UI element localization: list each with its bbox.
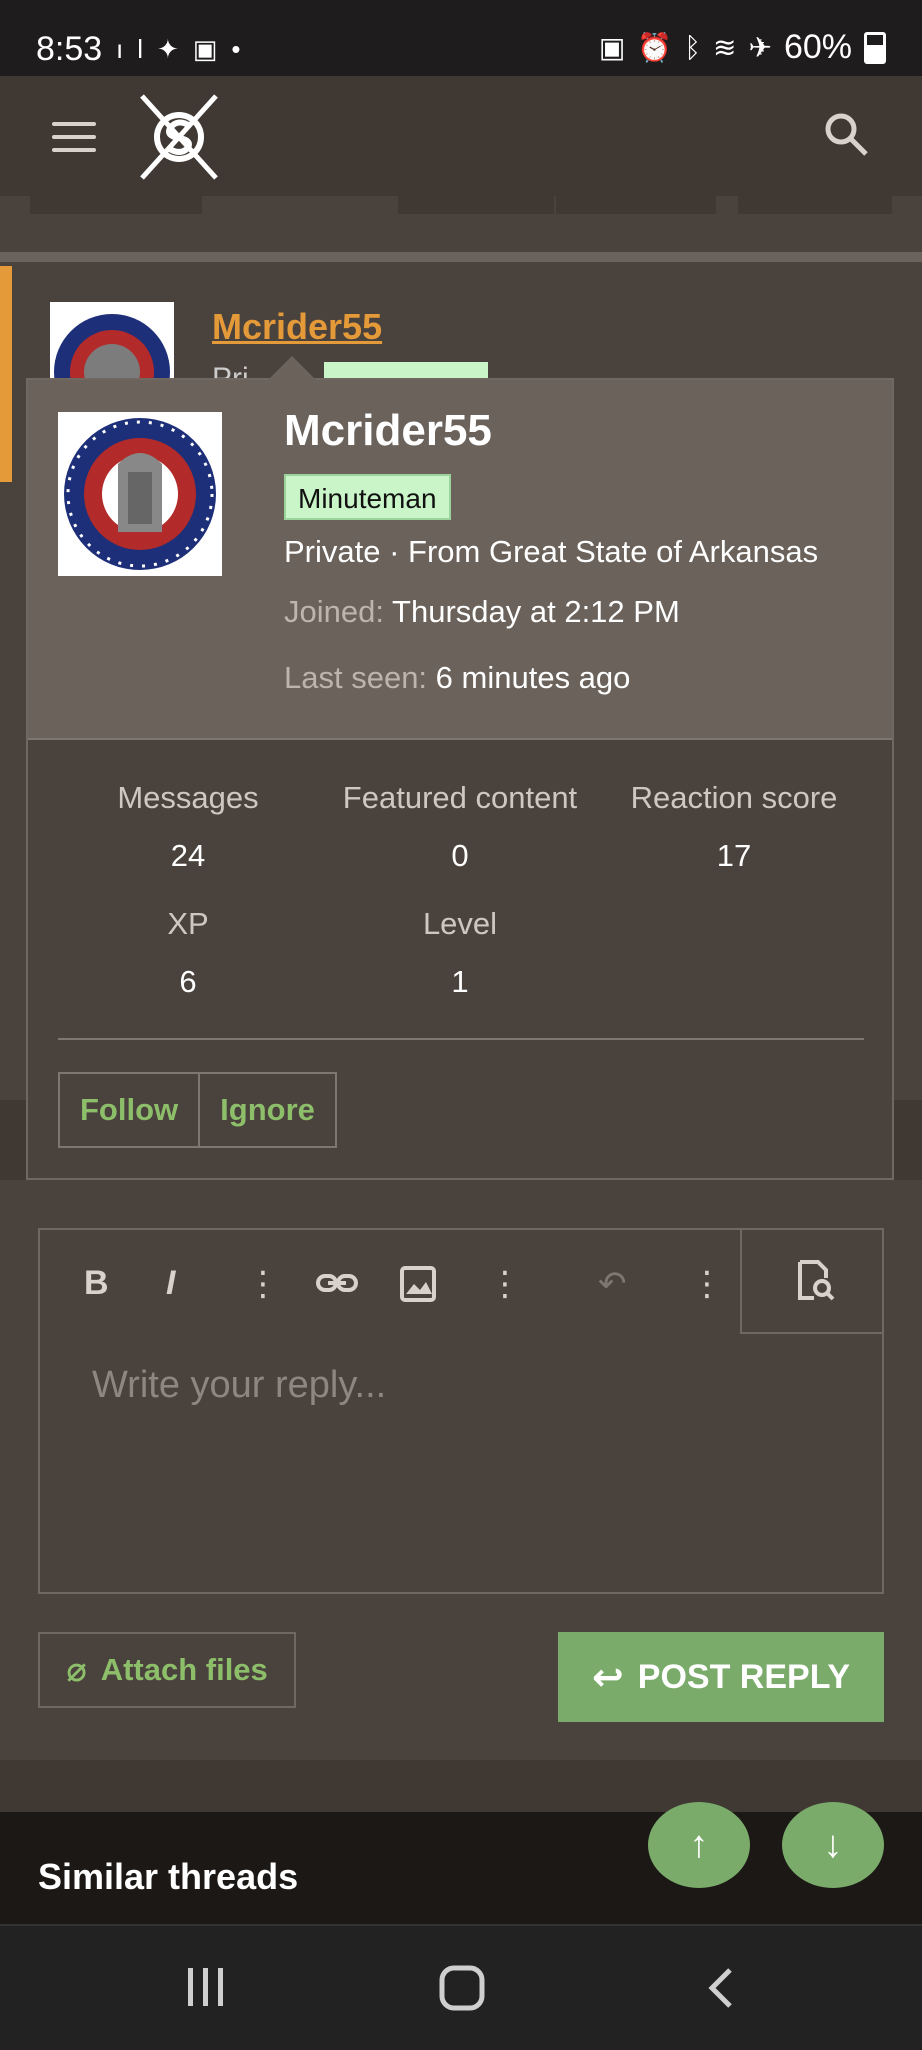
hamburger-icon[interactable] <box>52 122 96 152</box>
post-username[interactable]: Mcrider55 <box>212 306 382 348</box>
more-vertical-icon[interactable]: ⋮ <box>488 1264 522 1304</box>
bold-icon[interactable]: B <box>84 1264 109 1303</box>
status-left-icons: ıl✦▣• <box>116 34 254 65</box>
stat-value: 0 <box>451 838 469 873</box>
member-badge: Minuteman <box>284 474 451 520</box>
stat-label: Messages <box>117 780 259 815</box>
image-icon: ▣ <box>192 34 232 64</box>
stat-reaction-score: Reaction score 17 <box>604 780 864 874</box>
status-time: 8:53 <box>36 30 103 68</box>
stat-label: Level <box>422 906 498 941</box>
image-icon[interactable] <box>400 1266 436 1302</box>
stat-value: 1 <box>451 964 469 999</box>
last-seen-value: 6 minutes ago <box>435 660 631 695</box>
tab-strip <box>0 196 922 216</box>
wifi-icon: ≋ <box>713 32 737 63</box>
recent-apps-icon[interactable] <box>184 1966 228 2008</box>
joined-label: Joined: <box>284 594 384 629</box>
reply-icon: ↩ <box>591 1656 624 1699</box>
more-vertical-icon[interactable]: ⋮ <box>690 1264 724 1304</box>
bird-icon: ✦ <box>157 34 193 64</box>
joined-value: Thursday at 2:12 PM <box>392 594 680 629</box>
stat-level: Level 1 <box>330 906 590 1000</box>
attach-files-label: Attach files <box>100 1652 268 1687</box>
member-actions: Follow Ignore <box>58 1072 337 1148</box>
italic-icon[interactable]: I <box>166 1264 175 1303</box>
member-username[interactable]: Mcrider55 <box>284 406 492 456</box>
arrow-up-icon: ↑ <box>689 1823 709 1866</box>
link-icon[interactable] <box>316 1268 358 1298</box>
post-reply-label: POST REPLY <box>637 1657 851 1696</box>
divider <box>0 252 922 262</box>
stat-label: XP <box>167 906 209 941</box>
member-last-seen: Last seen: 6 minutes ago <box>284 660 630 696</box>
section-spacer <box>0 1760 922 1812</box>
stat-xp: XP 6 <box>58 906 318 1000</box>
ignore-button[interactable]: Ignore <box>198 1074 335 1146</box>
member-joined: Joined: Thursday at 2:12 PM <box>284 594 680 630</box>
airplane-icon: ✈ <box>748 32 772 63</box>
back-icon[interactable] <box>706 1966 736 2010</box>
reply-placeholder[interactable]: Write your reply... <box>92 1364 386 1407</box>
stat-value: 24 <box>170 838 206 873</box>
site-logo[interactable] <box>138 92 220 182</box>
post-reply-button[interactable]: ↩ POST REPLY <box>558 1632 884 1722</box>
battery-saver-icon: ▣ <box>598 32 626 63</box>
tooltip-divider <box>58 1038 864 1040</box>
tooltip-arrow <box>268 356 316 380</box>
stat-label: Featured content <box>342 780 578 815</box>
similar-threads-title: Similar threads <box>38 1856 299 1897</box>
dot-icon: • <box>231 34 255 64</box>
scroll-up-button[interactable]: ↑ <box>648 1802 750 1888</box>
search-icon[interactable] <box>822 110 870 158</box>
battery-percent: 60% <box>783 28 852 66</box>
battery-icon <box>864 31 886 64</box>
paperclip-icon: ⌀ <box>66 1651 87 1689</box>
status-right: ▣ ⏰ ᛒ ≋ ✈ 60% <box>599 28 886 67</box>
follow-button[interactable]: Follow <box>60 1074 198 1146</box>
stat-featured-content: Featured content 0 <box>330 780 590 874</box>
undo-icon[interactable]: ↶ <box>598 1264 627 1304</box>
alarm-icon: ⏰ <box>637 32 673 63</box>
signal-bars-icon: ıl <box>116 34 157 64</box>
stat-value: 6 <box>179 964 197 999</box>
home-icon[interactable] <box>438 1964 486 2012</box>
stat-value: 17 <box>716 838 752 873</box>
scroll-down-button[interactable]: ↓ <box>782 1802 884 1888</box>
member-rank-location: Private · From Great State of Arkansas <box>284 534 819 569</box>
more-vertical-icon[interactable]: ⋮ <box>246 1264 280 1304</box>
member-avatar[interactable] <box>58 412 222 576</box>
bluetooth-icon: ᛒ <box>684 31 701 63</box>
last-seen-label: Last seen: <box>284 660 428 695</box>
preview-icon <box>798 1260 835 1301</box>
attach-files-button[interactable]: ⌀ Attach files <box>38 1632 296 1708</box>
arrow-down-icon: ↓ <box>823 1823 843 1866</box>
stat-messages: Messages 24 <box>58 780 318 874</box>
post-accent-bar <box>0 266 12 482</box>
stat-label: Reaction score <box>630 780 838 815</box>
preview-button[interactable] <box>740 1228 884 1334</box>
